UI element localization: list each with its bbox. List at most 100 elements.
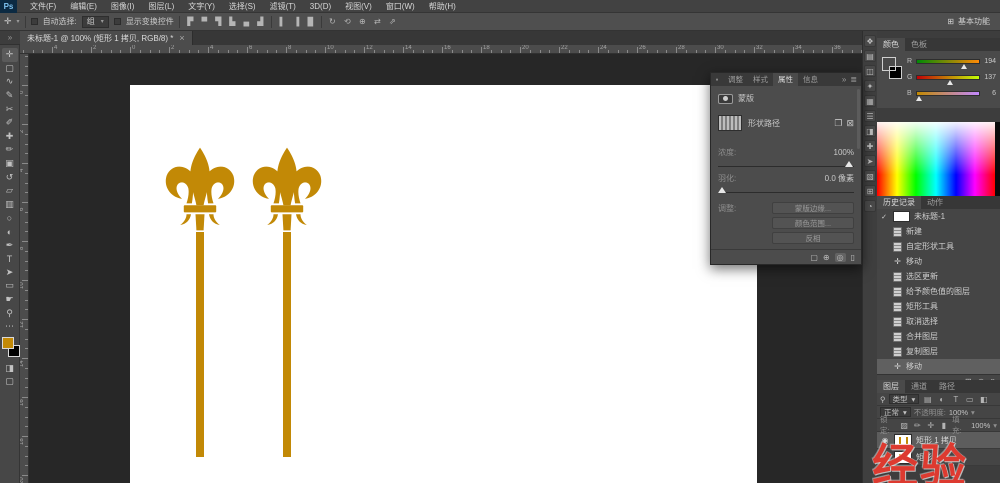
- slider-thumb[interactable]: [947, 80, 953, 85]
- align-icon-3[interactable]: ▜: [213, 17, 224, 26]
- delete-icon[interactable]: ▯: [851, 253, 855, 262]
- layers-tab-路径[interactable]: 路径: [933, 380, 961, 393]
- threed-mode-icon-1[interactable]: ↻: [327, 17, 338, 26]
- density-slider-thumb[interactable]: [845, 161, 853, 167]
- panel-icon-8[interactable]: ✚: [864, 140, 876, 152]
- properties-tab-属性[interactable]: 属性: [773, 73, 798, 86]
- load-selection-icon[interactable]: ▢: [810, 253, 818, 262]
- eraser-tool[interactable]: ▱: [2, 184, 18, 198]
- density-slider[interactable]: [718, 166, 854, 167]
- menu-item-帮助(H)[interactable]: 帮助(H): [422, 0, 463, 13]
- menu-item-图像(I)[interactable]: 图像(I): [104, 0, 142, 13]
- history-tab-历史记录[interactable]: 历史记录: [877, 196, 921, 209]
- menu-item-编辑(E)[interactable]: 编辑(E): [63, 0, 104, 13]
- healing-brush-tool[interactable]: ✚: [2, 130, 18, 144]
- panel-icon-2[interactable]: ▤: [864, 50, 876, 62]
- panel-icon-3[interactable]: ◫: [864, 65, 876, 77]
- feather-value[interactable]: 0.0 像素: [825, 173, 854, 184]
- history-brush-tool[interactable]: ↺: [2, 170, 18, 184]
- menu-item-窗口(W)[interactable]: 窗口(W): [379, 0, 422, 13]
- layer-filter-dropdown[interactable]: 类型▾: [889, 394, 920, 404]
- layers-tab-通道[interactable]: 通道: [905, 380, 933, 393]
- align-icon-5[interactable]: ▄: [241, 17, 252, 26]
- channel-value[interactable]: 6: [983, 90, 996, 97]
- panel-icon-7[interactable]: ◨: [864, 125, 876, 137]
- filter-type-icon-1[interactable]: ▤: [922, 395, 933, 404]
- slider-thumb[interactable]: [961, 64, 967, 69]
- history-state-row[interactable]: ✛移动: [877, 254, 1000, 269]
- align-icon-1[interactable]: ▛: [185, 17, 196, 26]
- canvas[interactable]: [130, 85, 757, 483]
- chevron-down-icon[interactable]: ▾: [971, 408, 975, 417]
- mask-edge-button[interactable]: 蒙版边缘...: [772, 202, 854, 214]
- align-icon-2[interactable]: ▀: [199, 17, 210, 26]
- history-state-row[interactable]: 合并图层: [877, 329, 1000, 344]
- filter-type-icon-2[interactable]: ◐: [936, 395, 947, 404]
- history-state-row[interactable]: 取消选择: [877, 314, 1000, 329]
- auto-select-checkbox[interactable]: [31, 18, 38, 25]
- panel-icon-4[interactable]: ✦: [864, 80, 876, 92]
- panel-scrollbar[interactable]: [857, 89, 860, 149]
- distribute-icon-2[interactable]: ▐: [291, 17, 302, 26]
- color-range-button[interactable]: 颜色范围...: [772, 217, 854, 229]
- color-tab-颜色[interactable]: 颜色: [877, 38, 905, 51]
- screen-mode-button[interactable]: ▢: [2, 375, 18, 389]
- lock-icon-2[interactable]: ✏: [912, 421, 922, 430]
- vertical-ruler[interactable]: 02468101214161820: [20, 54, 29, 483]
- g-slider[interactable]: [916, 75, 980, 80]
- hand-tool[interactable]: ☛: [2, 293, 18, 307]
- filter-type-icon-5[interactable]: ◧: [978, 395, 989, 404]
- gradient-tool[interactable]: ▥: [2, 198, 18, 212]
- menu-item-选择(S)[interactable]: 选择(S): [222, 0, 263, 13]
- lasso-tool[interactable]: ∿: [2, 75, 18, 89]
- vector-mask-thumbnail[interactable]: [718, 115, 742, 131]
- dodge-tool[interactable]: ◐: [2, 225, 18, 239]
- mask-action-icon-2[interactable]: ⊠: [846, 118, 854, 129]
- menu-item-3D(D)[interactable]: 3D(D): [303, 0, 338, 13]
- history-state-row[interactable]: 给予颜色值的图层: [877, 284, 1000, 299]
- shape-tool[interactable]: ▭: [2, 279, 18, 293]
- foreground-color-swatch[interactable]: [2, 337, 14, 349]
- history-tab-动作[interactable]: 动作: [921, 196, 949, 209]
- history-state-row[interactable]: 选区更新: [877, 269, 1000, 284]
- threed-mode-icon-5[interactable]: ⇗: [387, 17, 398, 26]
- move-tool[interactable]: ✛: [2, 48, 18, 62]
- panel-icon-12[interactable]: ◔: [864, 200, 876, 212]
- threed-mode-icon-3[interactable]: ⊕: [357, 17, 368, 26]
- filter-type-icon-4[interactable]: ▭: [964, 395, 975, 404]
- panel-icon-6[interactable]: ☰: [864, 110, 876, 122]
- slider-thumb[interactable]: [916, 96, 922, 101]
- workspace-switcher[interactable]: ⊞ 基本功能: [947, 16, 996, 27]
- collapse-panel-icon[interactable]: »: [842, 75, 846, 84]
- menu-item-文件(F)[interactable]: 文件(F): [23, 0, 63, 13]
- crop-tool[interactable]: ✂: [2, 102, 18, 116]
- panel-icon-9[interactable]: ➤: [864, 155, 876, 167]
- zoom-tool[interactable]: ⚲: [2, 306, 18, 320]
- density-value[interactable]: 100%: [834, 148, 854, 157]
- panel-menu-icon[interactable]: ≣: [850, 75, 857, 84]
- history-snapshot-row[interactable]: ✓未标题-1: [877, 209, 1000, 224]
- quick-mask-button[interactable]: ◨: [2, 361, 18, 375]
- foreground-color-swatch[interactable]: [882, 57, 896, 71]
- lock-icon-4[interactable]: ▮: [939, 421, 949, 430]
- toolbar-more[interactable]: ⋯: [2, 320, 18, 334]
- properties-tab-信息[interactable]: 信息: [798, 73, 823, 86]
- lock-icon-1[interactable]: ▨: [899, 421, 909, 430]
- channel-value[interactable]: 137: [983, 74, 996, 81]
- path-select-tool[interactable]: ➤: [2, 266, 18, 280]
- menu-item-图层(L)[interactable]: 图层(L): [141, 0, 181, 13]
- channel-value[interactable]: 194: [983, 58, 996, 65]
- feather-slider[interactable]: [718, 192, 854, 193]
- brush-tool[interactable]: ✏: [2, 143, 18, 157]
- mask-action-icon-1[interactable]: ❐: [834, 118, 842, 129]
- panel-icon-11[interactable]: ⊞: [864, 185, 876, 197]
- lock-icon-3[interactable]: ✛: [926, 421, 936, 430]
- auto-select-dropdown[interactable]: 组 ▾: [82, 16, 109, 28]
- document-tab[interactable]: 未标题-1 @ 100% (矩形 1 拷贝, RGB/8) * ×: [20, 31, 193, 45]
- chevron-down-icon[interactable]: ▾: [993, 421, 997, 430]
- fill-value[interactable]: 100%: [971, 421, 990, 430]
- menu-item-滤镜(T)[interactable]: 滤镜(T): [263, 0, 303, 13]
- set-history-source-icon[interactable]: ✓: [879, 213, 889, 221]
- blur-tool[interactable]: ○: [2, 211, 18, 225]
- tool-preset-arrow-icon[interactable]: ▾: [17, 18, 20, 25]
